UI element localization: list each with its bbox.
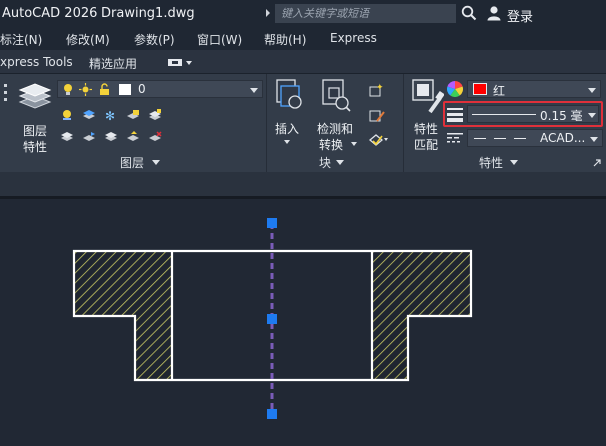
lineweight-value: 0.15 毫 bbox=[540, 109, 583, 123]
dialog-launcher-icon bbox=[593, 159, 601, 167]
linetype-value: ACAD... bbox=[540, 131, 586, 145]
layer-properties-label-1: 图层 bbox=[22, 124, 47, 138]
grip-top[interactable] bbox=[267, 218, 277, 228]
sun-icon bbox=[79, 83, 92, 96]
user-icon[interactable] bbox=[486, 5, 502, 21]
unlock-icon bbox=[100, 83, 109, 95]
drawing-viewport[interactable] bbox=[0, 196, 606, 446]
menu-help[interactable]: 帮助(H) bbox=[264, 31, 306, 48]
chevron-down-icon bbox=[284, 140, 290, 144]
layer-color-swatch bbox=[119, 84, 131, 95]
layers-panel-title-button[interactable]: 图层 bbox=[120, 154, 166, 170]
menu-window[interactable]: 窗口(W) bbox=[197, 31, 242, 48]
color-value: 红 bbox=[493, 84, 506, 98]
chevron-down-icon bbox=[186, 61, 192, 65]
properties-panel-title-button[interactable]: 特性 bbox=[479, 154, 523, 170]
insert-block-icon bbox=[276, 79, 302, 109]
match-properties-label-1: 特性 bbox=[413, 122, 438, 136]
drawing-canvas[interactable] bbox=[0, 199, 606, 446]
tab-overflow-button[interactable] bbox=[166, 56, 192, 68]
menu-modify[interactable]: 修改(M) bbox=[66, 31, 110, 48]
layer-isolate-icon[interactable] bbox=[82, 106, 96, 119]
block-detect-icon bbox=[322, 79, 351, 112]
expand-arrow-icon[interactable] bbox=[266, 9, 270, 17]
edit-block-icon[interactable] bbox=[368, 108, 386, 124]
chevron-down-icon bbox=[588, 113, 596, 118]
layer-properties-label-2: 特性 bbox=[22, 140, 47, 154]
menu-parametric[interactable]: 参数(P) bbox=[134, 31, 175, 48]
menu-bar: 标注(N) 修改(M) 参数(P) 窗口(W) 帮助(H) Express bbox=[0, 28, 606, 50]
lineweight-sample-line bbox=[472, 114, 536, 115]
layer-match-icon[interactable] bbox=[60, 128, 74, 141]
search-box[interactable] bbox=[275, 4, 456, 23]
layer-stack-icon bbox=[18, 83, 52, 109]
chevron-down-icon bbox=[588, 88, 596, 93]
layer-walk-icon[interactable] bbox=[104, 128, 118, 141]
layer-dropdown[interactable]: 0 bbox=[57, 80, 263, 98]
block-panel-title: 块 bbox=[319, 156, 332, 170]
match-properties-icon bbox=[412, 79, 444, 114]
properties-panel-title: 特性 bbox=[479, 156, 504, 170]
lineweight-icon bbox=[447, 108, 463, 122]
properties-dialog-launcher[interactable] bbox=[592, 153, 602, 167]
panel-separator bbox=[403, 74, 404, 172]
color-swatch bbox=[473, 83, 487, 95]
detect-convert-label-2: 转换 bbox=[318, 138, 343, 152]
layer-previous-icon[interactable] bbox=[82, 128, 96, 141]
layers-panel-title: 图层 bbox=[120, 156, 145, 170]
layer-lock-icon[interactable] bbox=[126, 106, 140, 119]
insert-label: 插入 bbox=[274, 122, 299, 136]
create-block-icon[interactable]: ✦ bbox=[368, 82, 386, 98]
chevron-down-icon bbox=[510, 160, 518, 165]
svg-text:✻: ✻ bbox=[105, 109, 115, 121]
chevron-down-icon bbox=[351, 142, 357, 146]
layer-tools-row-2 bbox=[60, 128, 180, 142]
color-wheel-icon bbox=[447, 81, 463, 97]
title-bar: AutoCAD 2026 Drawing1.dwg 登录 bbox=[0, 0, 606, 28]
chevron-down-icon bbox=[152, 160, 160, 165]
layer-delete-icon[interactable] bbox=[148, 128, 162, 141]
app-title: AutoCAD 2026 bbox=[2, 6, 98, 21]
grip-middle[interactable] bbox=[267, 314, 277, 324]
ribbon-tab-row: xpress Tools 精选应用 bbox=[0, 50, 606, 74]
layer-stack-small-icon[interactable] bbox=[148, 106, 162, 120]
linetype-dropdown[interactable]: ACAD... bbox=[467, 129, 603, 147]
document-title: Drawing1.dwg bbox=[101, 6, 195, 21]
lineweight-dropdown[interactable]: 0.15 毫 bbox=[467, 105, 599, 123]
insert-button[interactable]: 插入 bbox=[270, 78, 308, 146]
color-dropdown[interactable]: 红 bbox=[467, 80, 601, 98]
block-tools-column: ✦ bbox=[368, 82, 388, 152]
chevron-down-icon bbox=[336, 160, 344, 165]
layer-freeze-icon[interactable]: ✻ bbox=[104, 106, 118, 123]
layer-tools-row-1: ✻ bbox=[60, 106, 180, 123]
panel-separator bbox=[266, 74, 267, 172]
menu-express[interactable]: Express bbox=[330, 31, 377, 45]
ribbon-bottom-strip bbox=[0, 172, 606, 196]
layer-merge-icon[interactable] bbox=[126, 128, 140, 141]
tab-featured-apps[interactable]: 精选应用 bbox=[89, 55, 137, 72]
grip-bottom[interactable] bbox=[267, 409, 277, 419]
tab-express-tools[interactable]: xpress Tools bbox=[0, 55, 73, 69]
svg-text:✦: ✦ bbox=[376, 83, 384, 93]
layer-off-icon[interactable] bbox=[60, 106, 74, 120]
block-panel-title-button[interactable]: 块 bbox=[319, 154, 349, 170]
search-icon[interactable] bbox=[461, 5, 477, 21]
linetype-icon bbox=[447, 133, 463, 143]
detect-convert-button[interactable]: 检测和 转换 bbox=[313, 78, 357, 152]
detect-convert-label-1: 检测和 bbox=[316, 122, 353, 136]
ribbon-scroll-left[interactable] bbox=[4, 84, 8, 114]
login-link[interactable]: 登录 bbox=[507, 6, 533, 25]
match-properties-label-2: 匹配 bbox=[413, 138, 438, 152]
bulb-icon bbox=[64, 84, 72, 95]
block-attribute-icon[interactable] bbox=[368, 132, 390, 148]
menu-dimension[interactable]: 标注(N) bbox=[0, 31, 42, 48]
layer-properties-button[interactable]: 图层 特性 bbox=[14, 78, 56, 154]
chevron-down-icon bbox=[250, 88, 258, 93]
ribbon-panel: 图层 特性 0 ✻ 图层 插入 检测和 转换 ✦ 块 特性 匹配 红 0.15 … bbox=[0, 74, 606, 172]
chevron-down-icon bbox=[590, 137, 598, 142]
search-input[interactable] bbox=[281, 5, 451, 22]
match-properties-button[interactable]: 特性 匹配 bbox=[407, 78, 445, 152]
layer-name: 0 bbox=[138, 82, 146, 96]
